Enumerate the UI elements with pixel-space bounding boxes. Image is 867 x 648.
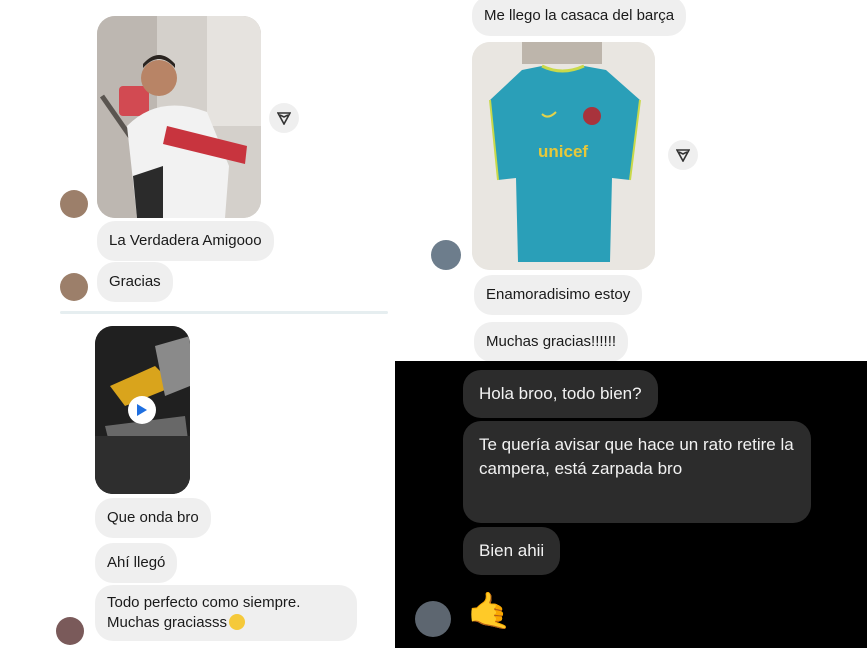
jersey-photo[interactable]: unicef xyxy=(472,42,655,270)
message-text: Que onda bro xyxy=(107,509,199,526)
reaction-emoji: 🤙 xyxy=(467,590,512,631)
message-bubble[interactable]: La Verdadera Amigooo xyxy=(97,221,274,261)
share-arrow-icon xyxy=(277,112,291,125)
share-arrow-icon xyxy=(676,149,690,162)
message-bubble[interactable]: Que onda bro xyxy=(95,498,211,538)
message-bubble[interactable]: Me llego la casaca del barça xyxy=(472,0,687,36)
mirror-selfie-image xyxy=(97,16,261,218)
message-text: Gracias xyxy=(109,273,161,290)
avatar[interactable] xyxy=(56,617,84,645)
play-icon xyxy=(137,404,147,416)
avatar[interactable] xyxy=(60,190,88,218)
avatar[interactable] xyxy=(60,273,88,301)
message-text: Ahí llegó xyxy=(107,554,166,571)
message-text: La Verdadera Amigooo xyxy=(109,232,262,249)
message-bubble[interactable]: Ahí llegó xyxy=(95,543,178,583)
message-text: Te quería avisar que hace un rato retire… xyxy=(479,435,794,478)
message-bubble[interactable]: Muchas gracias!!!!!! xyxy=(474,322,629,362)
dark-chat-panel: Hola broo, todo bien? Te quería avisar q… xyxy=(395,361,867,648)
message-text: Muchas graciasss xyxy=(107,614,228,631)
message-bubble[interactable]: Todo perfecto como siempre. Muchas graci… xyxy=(95,585,357,641)
message-text: Me llego la casaca del barça xyxy=(484,7,675,24)
message-bubble[interactable]: Hola broo, todo bien? xyxy=(463,370,658,418)
avatar[interactable] xyxy=(431,240,461,270)
message-text: Todo perfecto como siempre. xyxy=(107,594,301,611)
mirror-selfie-photo[interactable] xyxy=(97,16,261,218)
jersey-sponsor-text: unicef xyxy=(538,142,589,161)
message-bubble[interactable]: Bien ahii xyxy=(463,527,561,575)
video-thumbnail[interactable] xyxy=(95,326,190,494)
message-text: Muchas gracias!!!!!! xyxy=(486,333,617,350)
share-button[interactable] xyxy=(269,103,299,133)
message-bubble[interactable]: Enamoradisimo estoy xyxy=(474,275,643,315)
grinning-face-emoji-icon xyxy=(229,614,246,630)
message-bubble[interactable]: Gracias xyxy=(97,262,173,302)
share-button[interactable] xyxy=(668,140,698,170)
play-button[interactable] xyxy=(128,396,156,424)
divider xyxy=(60,311,388,314)
message-bubble[interactable]: Te quería avisar que hace un rato retire… xyxy=(463,421,811,523)
message-text: Bien ahii xyxy=(479,541,545,560)
message-text: Hola broo, todo bien? xyxy=(479,384,642,403)
avatar[interactable] xyxy=(415,601,451,637)
message-text: Enamoradisimo estoy xyxy=(486,286,631,303)
